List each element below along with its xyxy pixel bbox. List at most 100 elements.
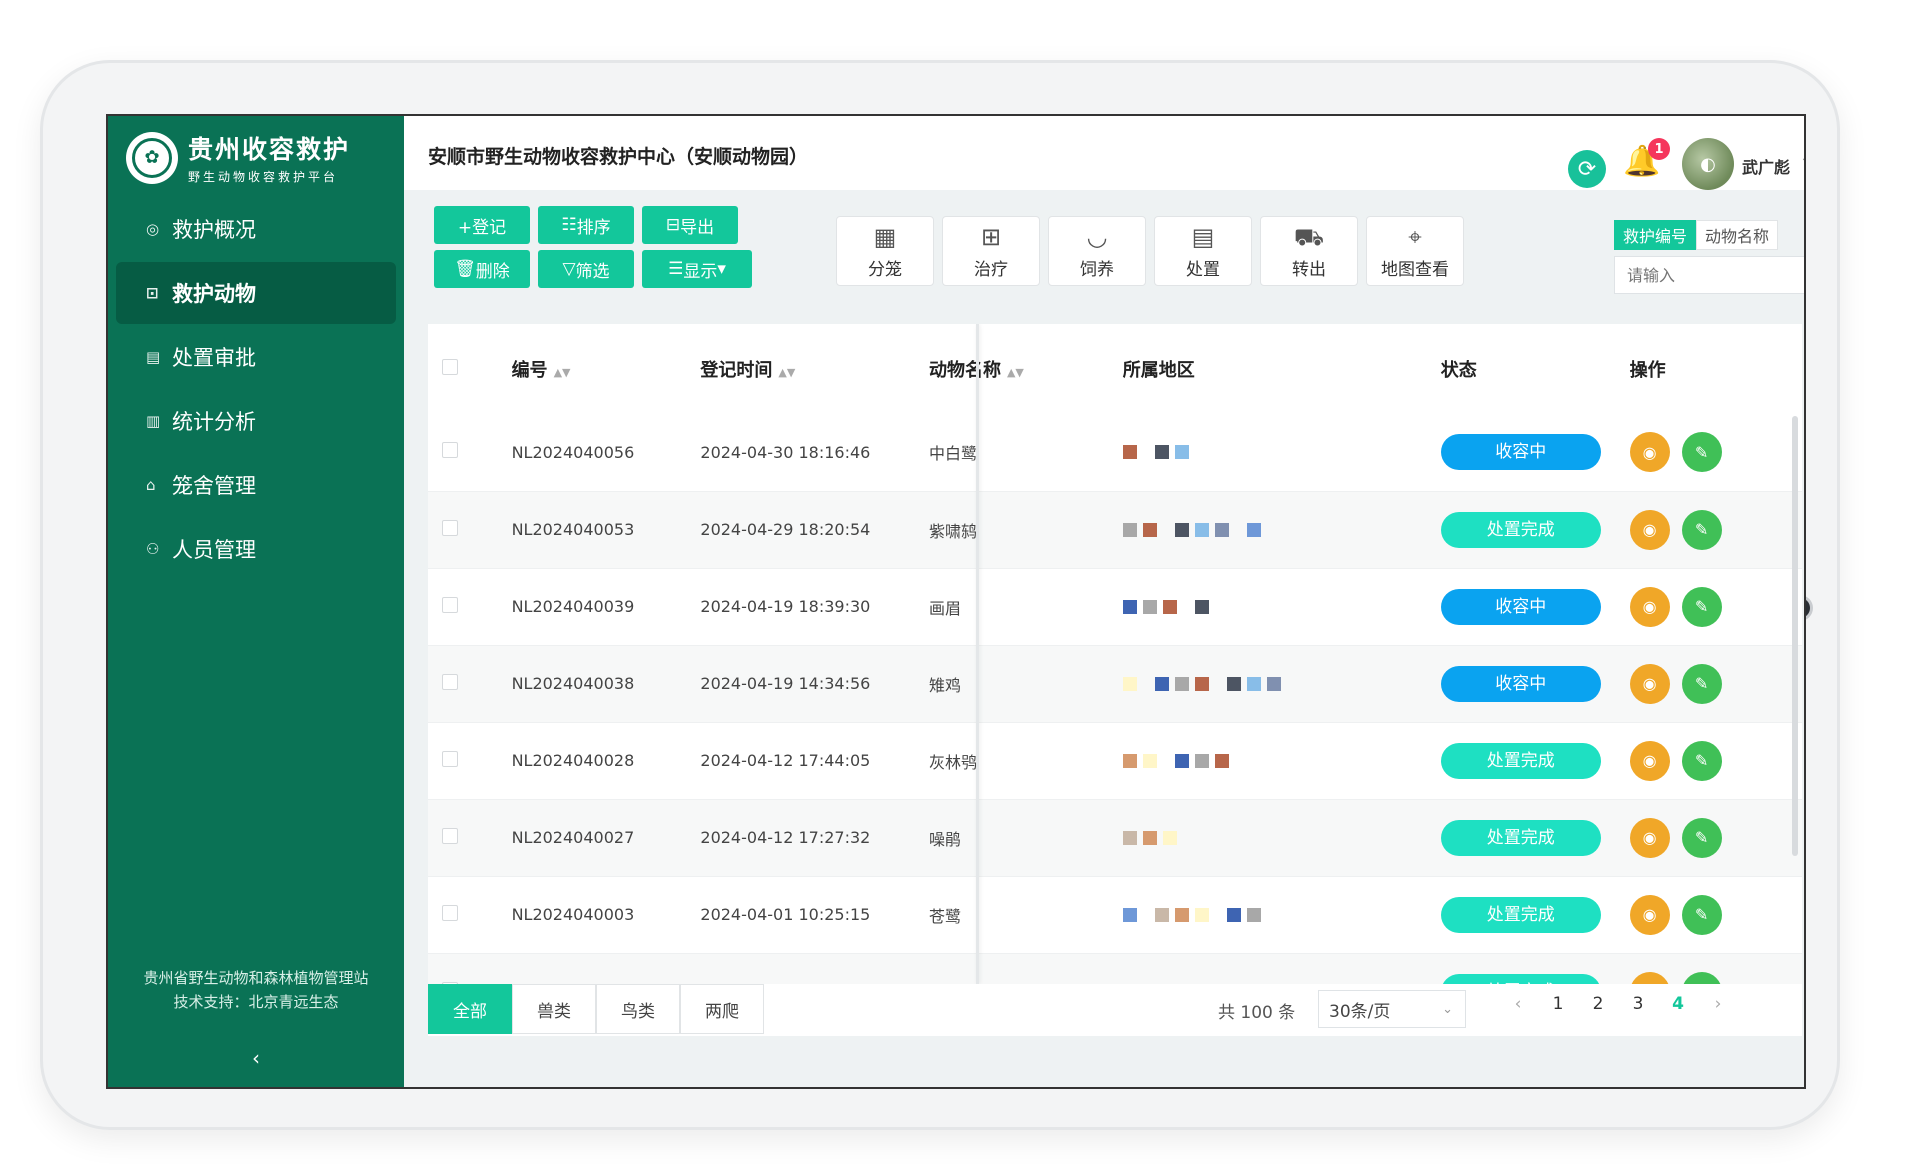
export-button[interactable]: ⊟ 导出 (642, 206, 738, 244)
tab-birds[interactable]: 鸟类 (596, 984, 680, 1034)
username[interactable]: 武广彪 (1742, 154, 1790, 178)
eye-icon[interactable]: ◉ (1629, 971, 1670, 984)
row-checkbox[interactable] (442, 519, 458, 536)
dashboard-icon: ◎ (146, 220, 160, 238)
tool-treatment[interactable]: ⊞ 治疗 (942, 216, 1040, 286)
select-all-checkbox[interactable] (442, 358, 458, 375)
tool-split-cage[interactable]: ▦ 分笼 (836, 216, 934, 286)
next-page-icon[interactable]: › (1698, 994, 1738, 1014)
table-row[interactable]: NL2024040053 2024-04-29 18:20:54 紫啸鸫 处置完成 ◉ ✎ (428, 491, 1802, 569)
edit-icon[interactable]: ✎ (1681, 663, 1722, 704)
sort-button[interactable]: ☷ 排序 (538, 206, 634, 244)
tool-label: 分笼 (868, 259, 902, 280)
refresh-icon[interactable]: ⟳ (1568, 150, 1606, 188)
table-row[interactable]: NL2024040038 2024-04-19 14:34:56 雉鸡 收容中 ◉ ✎ (428, 645, 1802, 723)
eye-icon[interactable]: ◉ (1629, 586, 1670, 627)
edit-icon[interactable]: ✎ (1681, 509, 1722, 550)
edit-icon[interactable]: ✎ (1681, 432, 1722, 473)
table-row[interactable]: NL2024040039 2024-04-19 18:39:30 画眉 收容中 ◉ ✎ (428, 568, 1802, 646)
delete-button[interactable]: 🗑 删除 (434, 250, 530, 288)
sort-icon[interactable]: ▲▼ (1007, 366, 1024, 379)
header-id[interactable]: 编号 ▲▼ (497, 324, 687, 414)
avatar[interactable]: ◐ (1682, 138, 1734, 190)
footer-support: 技术支持：北京青远生态 (173, 993, 339, 1011)
search-mode-id[interactable]: 救护编号 (1614, 220, 1697, 250)
tab-mammals[interactable]: 兽类 (512, 984, 596, 1034)
row-checkbox[interactable] (442, 442, 458, 459)
eye-icon[interactable]: ◉ (1629, 509, 1670, 550)
sidebar-item-overview[interactable]: ◎ 救护概况 (116, 198, 396, 260)
edit-icon[interactable]: ✎ (1681, 894, 1722, 935)
redaction-block (1142, 522, 1157, 537)
cell-ops: ◉✎ (1615, 414, 1802, 492)
redaction-block (1194, 676, 1209, 691)
status-badge: 处置完成 (1440, 896, 1601, 933)
row-checkbox[interactable] (442, 750, 458, 767)
table-row[interactable]: NL2024040056 2024-04-30 18:16:46 中白鹭 收容中 ◉ ✎ (428, 414, 1802, 492)
sidebar-item-rescue-animals[interactable]: ⊡ 救护动物 (116, 262, 396, 324)
sidebar-item-statistics[interactable]: ▥ 统计分析 (116, 390, 396, 452)
eye-icon[interactable]: ◉ (1629, 663, 1670, 704)
chevron-down-icon[interactable]: ⌄ (1800, 150, 1804, 166)
header-name[interactable]: 动物名称 ▲▼ (914, 324, 1109, 414)
tool-label: 处置 (1186, 259, 1220, 280)
page-4[interactable]: 4 (1658, 994, 1698, 1014)
header-region: 所属地区 (1108, 324, 1427, 414)
eye-icon[interactable]: ◉ (1629, 817, 1670, 858)
table-row[interactable]: NL2024040027 2024-04-12 17:27:32 噪鹃 处置完成 ◉ ✎ (428, 799, 1802, 877)
sidebar-item-people[interactable]: ⚇ 人员管理 (116, 518, 396, 580)
edit-icon[interactable]: ✎ (1681, 740, 1722, 781)
tool-feeding[interactable]: ◡ 饲养 (1048, 216, 1146, 286)
table-row[interactable]: SL20240300052024-03-26 11:47:52花面狸处置完成◉✎ (428, 953, 1802, 984)
add-button[interactable]: +登记 (434, 206, 530, 244)
filter-button[interactable]: ▽ 筛选 (538, 250, 634, 288)
brand-logo: ✿ (126, 131, 178, 184)
cell-time: 2024-04-12 17:44:05 (686, 722, 915, 800)
sidebar: ✿ 贵州收容救护 野生动物收容救护平台 ◎ 救护概况 ⊡ 救护动物 ▤ 处置审批 ▥ 统… (108, 116, 404, 1087)
sort-icon[interactable]: ▲▼ (554, 366, 571, 379)
table-row[interactable]: NL2024040028 2024-04-12 17:44:05 灰林鸮 处置完成 ◉ ✎ (428, 722, 1802, 800)
cell-ops: ◉✎ (1615, 491, 1802, 569)
display-button[interactable]: ☰ 显示 ▾ (642, 250, 752, 288)
page-size-select[interactable]: 30条/页 ⌄ (1318, 990, 1466, 1028)
cell-id: NL2024040038 (497, 645, 687, 723)
eye-icon[interactable]: ◉ (1629, 432, 1670, 473)
page-1[interactable]: 1 (1538, 994, 1578, 1014)
truck-icon: ⛟ (1293, 222, 1325, 251)
cell-id: NL2024040056 (497, 414, 687, 492)
table-row[interactable]: NL2024040003 2024-04-01 10:25:15 苍鹭 处置完成 ◉ ✎ (428, 876, 1802, 954)
search-input[interactable] (1614, 256, 1804, 294)
sidebar-item-approval[interactable]: ▤ 处置审批 (116, 326, 396, 388)
page-2[interactable]: 2 (1578, 994, 1618, 1014)
redaction-block (1246, 522, 1261, 537)
collapse-sidebar-button[interactable]: ‹ (108, 1046, 404, 1070)
cell-id: SL2024030005 (497, 953, 687, 984)
tool-disposal[interactable]: ▤ 处置 (1154, 216, 1252, 286)
tab-all[interactable]: 全部 (428, 984, 512, 1034)
eye-icon[interactable]: ◉ (1629, 894, 1670, 935)
eye-icon[interactable]: ◉ (1629, 740, 1670, 781)
sidebar-item-cages[interactable]: ⌂ 笼舍管理 (116, 454, 396, 516)
row-checkbox[interactable] (442, 827, 458, 844)
row-checkbox[interactable] (442, 673, 458, 690)
edit-icon[interactable]: ✎ (1681, 586, 1722, 627)
header-label: 登记时间 (700, 360, 773, 381)
page-3[interactable]: 3 (1618, 994, 1658, 1014)
table-scrollbar[interactable] (1792, 416, 1798, 856)
cell-name: 中白鹭 (914, 414, 1109, 492)
edit-icon[interactable]: ✎ (1681, 971, 1722, 984)
tab-herptiles[interactable]: 两爬 (680, 984, 764, 1034)
cell-status: 收容中 (1426, 568, 1616, 646)
map-pin-icon: ⌖ (1408, 222, 1422, 251)
tool-transfer-out[interactable]: ⛟ 转出 (1260, 216, 1358, 286)
tool-map-view[interactable]: ⌖ 地图查看 (1366, 216, 1464, 286)
sort-icon[interactable]: ▲▼ (778, 366, 795, 379)
search-mode-name[interactable]: 动物名称 (1696, 220, 1779, 250)
row-checkbox[interactable] (442, 596, 458, 613)
row-checkbox[interactable] (442, 904, 458, 921)
prev-page-icon[interactable]: ‹ (1498, 994, 1538, 1014)
edit-icon[interactable]: ✎ (1681, 817, 1722, 858)
cell-status: 处置完成 (1426, 799, 1616, 877)
header-time[interactable]: 登记时间 ▲▼ (686, 324, 915, 414)
cell-ops: ◉✎ (1615, 953, 1802, 984)
